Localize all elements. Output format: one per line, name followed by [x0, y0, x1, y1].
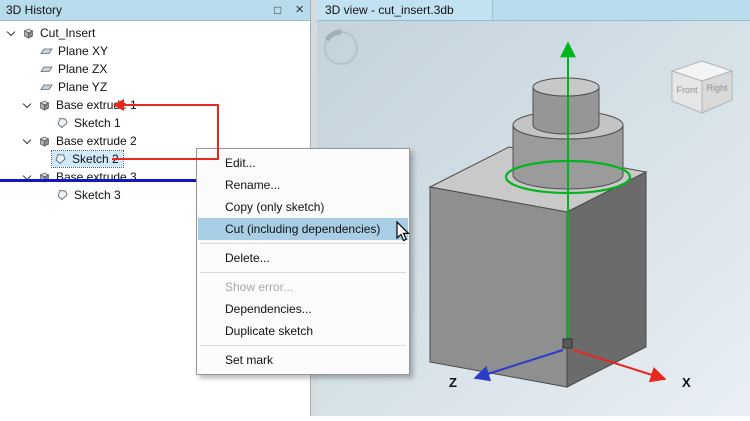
- menu-item-rename[interactable]: Rename...: [198, 174, 408, 196]
- tree-item-label: Cut_Insert: [40, 26, 96, 40]
- chevron-down-icon[interactable]: [22, 135, 32, 144]
- menu-item-show-error: Show error...: [225, 280, 294, 294]
- chevron-down-icon[interactable]: [6, 27, 16, 36]
- sketch-icon: [56, 189, 69, 201]
- tree-item-cut-insert[interactable]: Cut_Insert: [0, 24, 309, 42]
- view-titlebar: 3D view - cut_insert.3db: [317, 0, 750, 21]
- part-cube-icon: [22, 27, 35, 39]
- close-icon[interactable]: ×: [295, 2, 304, 17]
- axis-z-label: Z: [449, 375, 457, 390]
- menu-item-dependencies[interactable]: Dependencies...: [198, 298, 408, 320]
- view-panel-title: 3D view - cut_insert.3db: [325, 3, 454, 17]
- tree-item-label: Plane ZX: [58, 62, 108, 76]
- menu-separator: [200, 243, 406, 244]
- annotation-arrowhead: [113, 99, 124, 111]
- annotation-line: [124, 104, 219, 106]
- menu-item-duplicate-sketch[interactable]: Duplicate sketch: [198, 320, 408, 342]
- sketch-icon: [54, 153, 67, 165]
- maximize-icon[interactable]: □: [274, 4, 281, 16]
- menu-separator: [200, 272, 406, 273]
- annotation-line: [217, 104, 219, 160]
- tree-item-label: Sketch 1: [74, 116, 121, 130]
- menu-item-copy-only-sketch[interactable]: Copy (only sketch): [198, 196, 408, 218]
- model-cylinder-top[interactable]: [532, 77, 600, 135]
- part-cube-icon: [38, 99, 51, 111]
- tree-item-label: Sketch 3: [74, 188, 121, 202]
- tree-item-label: Base extrude 2: [56, 134, 137, 148]
- menu-item-set-mark[interactable]: Set mark: [198, 349, 408, 371]
- part-cube-icon: [38, 135, 51, 147]
- tree-item-plane-zx[interactable]: Plane ZX: [0, 60, 309, 78]
- tree-item-plane-yz[interactable]: Plane YZ: [0, 78, 309, 96]
- history-titlebar: 3D History □ ×: [0, 0, 310, 21]
- set-mark-line: [0, 179, 196, 182]
- sketch-icon: [56, 117, 69, 129]
- plane-icon: [40, 81, 53, 93]
- tree-item-plane-xy[interactable]: Plane XY: [0, 42, 309, 60]
- menu-separator: [200, 345, 406, 346]
- menu-item-cut-including-dependencies[interactable]: Cut (including dependencies): [198, 218, 408, 240]
- view-tab[interactable]: 3D view - cut_insert.3db: [317, 0, 493, 20]
- menu-item-delete[interactable]: Delete...: [198, 247, 408, 269]
- annotation-line: [112, 158, 219, 160]
- axis-x-label: X: [682, 375, 691, 390]
- tree-item-label: Plane YZ: [58, 80, 108, 94]
- view-cube-right-label[interactable]: Right: [706, 83, 728, 93]
- history-panel-title: 3D History: [6, 3, 63, 17]
- menu-item-edit[interactable]: Edit...: [198, 152, 408, 174]
- application-window: 3D History □ × Cut_Insert Plane XY Plane…: [0, 0, 750, 416]
- chevron-down-icon[interactable]: [22, 99, 32, 108]
- tree-item-sketch-1[interactable]: Sketch 1: [0, 114, 309, 132]
- plane-icon: [40, 45, 53, 57]
- mouse-cursor-icon: [396, 221, 410, 242]
- tree-item-label: Plane XY: [58, 44, 109, 58]
- origin-marker: [562, 338, 573, 349]
- plane-icon: [40, 63, 53, 75]
- view-cube-front-label[interactable]: Front: [676, 85, 698, 95]
- context-menu: Edit... Rename... Copy (only sketch) Cut…: [196, 148, 410, 375]
